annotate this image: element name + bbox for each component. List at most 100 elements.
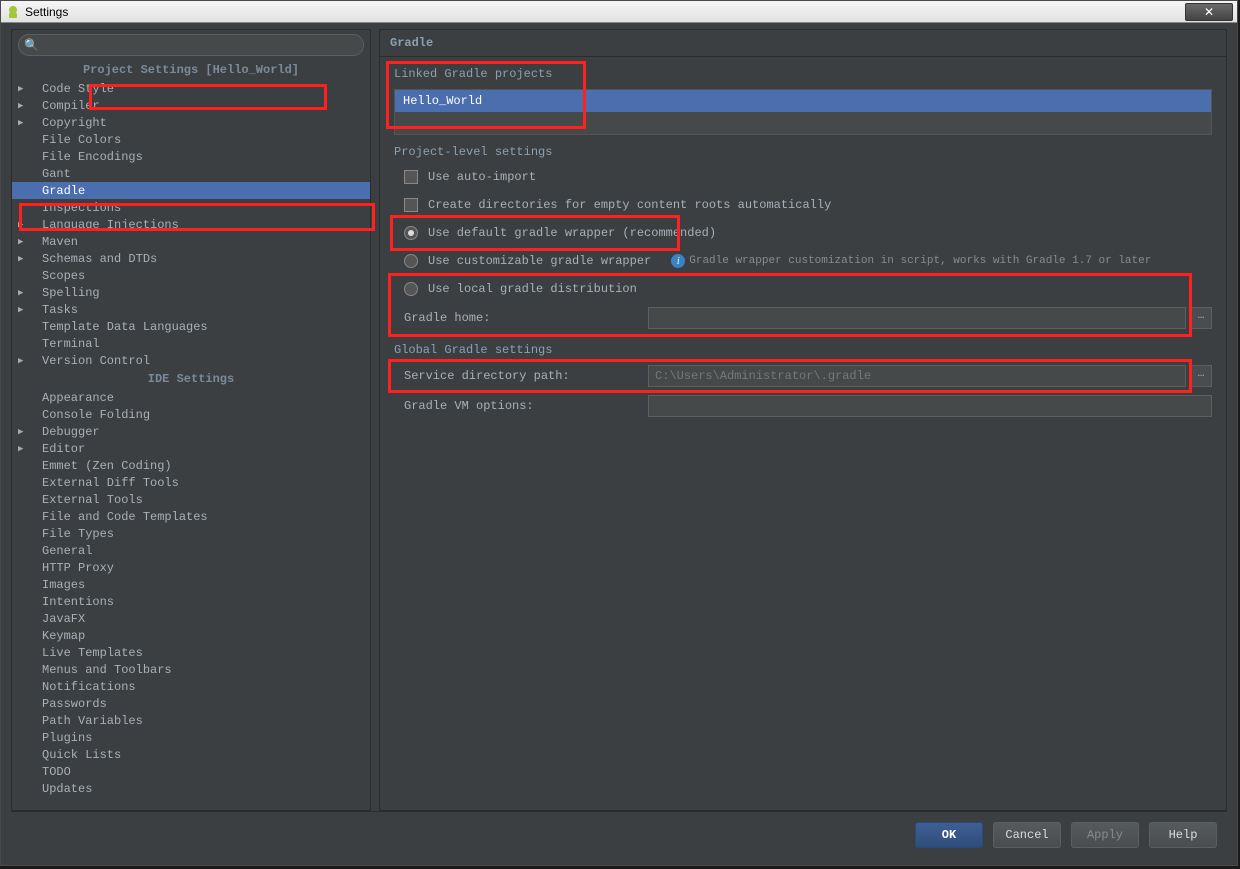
expand-arrow-icon[interactable]: ▶ [18,220,32,230]
expand-arrow-icon[interactable]: ▶ [18,356,32,366]
tree-item-label: Editor [32,442,85,456]
checkbox-icon[interactable] [404,198,418,212]
linked-projects-list[interactable]: Hello_World [394,89,1212,135]
vm-options-input[interactable] [648,395,1212,417]
tree-item[interactable]: File and Code Templates [12,508,370,525]
local-dist-row[interactable]: Use local gradle distribution [394,275,1212,303]
tree-item[interactable]: ▶Language Injections [12,216,370,233]
tree-item-label: Schemas and DTDs [32,252,157,266]
tree-item-label: Template Data Languages [32,320,208,334]
tree-item[interactable]: Template Data Languages [12,318,370,335]
tree-item[interactable]: Emmet (Zen Coding) [12,457,370,474]
tree-item[interactable]: Inspections [12,199,370,216]
dialog-footer: OK Cancel Apply Help [11,811,1227,857]
radio-icon[interactable] [404,254,418,268]
auto-import-row[interactable]: Use auto-import [394,163,1212,191]
cancel-button[interactable]: Cancel [993,822,1061,848]
search-input[interactable] [18,34,364,56]
tree-item[interactable]: Notifications [12,678,370,695]
expand-arrow-icon[interactable]: ▶ [18,84,32,94]
checkbox-icon[interactable] [404,170,418,184]
tree-item[interactable]: ▶Version Control [12,352,370,369]
tree-item-label: Gradle [32,184,85,198]
tree-item[interactable]: General [12,542,370,559]
gradle-home-input[interactable] [648,307,1186,329]
tree-item-label: Path Variables [32,714,143,728]
tree-item[interactable]: ▶Code Style [12,80,370,97]
tree-item[interactable]: ▶Editor [12,440,370,457]
create-dirs-row[interactable]: Create directories for empty content roo… [394,191,1212,219]
apply-button[interactable]: Apply [1071,822,1139,848]
tree-item[interactable]: Quick Lists [12,746,370,763]
tree-item[interactable]: Plugins [12,729,370,746]
expand-arrow-icon[interactable]: ▶ [18,427,32,437]
window-title: Settings [25,5,68,19]
tree-item[interactable]: ▶Compiler [12,97,370,114]
gradle-home-label: Gradle home: [404,311,644,325]
tree-item[interactable]: Gant [12,165,370,182]
tree-item-label: File Types [32,527,114,541]
titlebar: Settings ✕ [1,1,1237,23]
tree-item[interactable]: ▶Spelling [12,284,370,301]
tree-item[interactable]: JavaFX [12,610,370,627]
browse-button[interactable]: … [1190,307,1212,329]
project-level-group: Project-level settings Use auto-import C… [394,145,1212,333]
tree-item[interactable]: ▶Copyright [12,114,370,131]
tree-item[interactable]: Terminal [12,335,370,352]
tree-item[interactable]: Updates [12,780,370,797]
tree-item[interactable]: Intentions [12,593,370,610]
wrapper-default-row[interactable]: Use default gradle wrapper (recommended) [394,219,1212,247]
ok-button[interactable]: OK [915,822,983,848]
expand-arrow-icon[interactable]: ▶ [18,237,32,247]
settings-tree[interactable]: Project Settings [Hello_World]▶Code Styl… [12,60,370,810]
tree-item[interactable]: Images [12,576,370,593]
tree-item[interactable]: Menus and Toolbars [12,661,370,678]
tree-item[interactable]: ▶Schemas and DTDs [12,250,370,267]
tree-item[interactable]: TODO [12,763,370,780]
vm-options-row: Gradle VM options: [394,391,1212,421]
tree-item[interactable]: External Diff Tools [12,474,370,491]
wrapper-custom-row[interactable]: Use customizable gradle wrapper i Gradle… [394,247,1212,275]
tree-item[interactable]: File Colors [12,131,370,148]
tree-item[interactable]: HTTP Proxy [12,559,370,576]
linked-project-row[interactable]: Hello_World [395,90,1211,112]
expand-arrow-icon[interactable]: ▶ [18,305,32,315]
tree-item[interactable]: Path Variables [12,712,370,729]
service-dir-row: Service directory path: … [394,361,1212,391]
radio-icon[interactable] [404,282,418,296]
tree-item-label: General [32,544,92,558]
tree-item-label: TODO [32,765,71,779]
tree-item[interactable]: Console Folding [12,406,370,423]
auto-import-label: Use auto-import [428,170,546,184]
tree-item[interactable]: External Tools [12,491,370,508]
tree-item[interactable]: ▶Debugger [12,423,370,440]
tree-item[interactable]: ▶Tasks [12,301,370,318]
tree-item[interactable]: Keymap [12,627,370,644]
tree-item[interactable]: Live Templates [12,644,370,661]
tree-item[interactable]: File Encodings [12,148,370,165]
vm-options-label: Gradle VM options: [404,399,644,413]
service-dir-input[interactable] [648,365,1186,387]
browse-button[interactable]: … [1190,365,1212,387]
linked-project-name: Hello_World [403,94,482,108]
wrapper-default-label: Use default gradle wrapper (recommended) [428,226,726,240]
help-button[interactable]: Help [1149,822,1217,848]
expand-arrow-icon[interactable]: ▶ [18,118,32,128]
tree-item[interactable]: ▶Maven [12,233,370,250]
expand-arrow-icon[interactable]: ▶ [18,101,32,111]
radio-icon[interactable] [404,226,418,240]
tree-item[interactable]: Passwords [12,695,370,712]
tree-item[interactable]: Gradle [12,182,370,199]
tree-item-label: HTTP Proxy [32,561,114,575]
sidebar: 🔍 Project Settings [Hello_World]▶Code St… [11,29,371,811]
tree-item[interactable]: Scopes [12,267,370,284]
tree-item[interactable]: Appearance [12,389,370,406]
wrapper-custom-label: Use customizable gradle wrapper [428,254,661,268]
expand-arrow-icon[interactable]: ▶ [18,444,32,454]
expand-arrow-icon[interactable]: ▶ [18,288,32,298]
tree-item-label: External Tools [32,493,143,507]
tree-item[interactable]: File Types [12,525,370,542]
expand-arrow-icon[interactable]: ▶ [18,254,32,264]
tree-item-label: File Colors [32,133,121,147]
close-button[interactable]: ✕ [1185,3,1233,21]
